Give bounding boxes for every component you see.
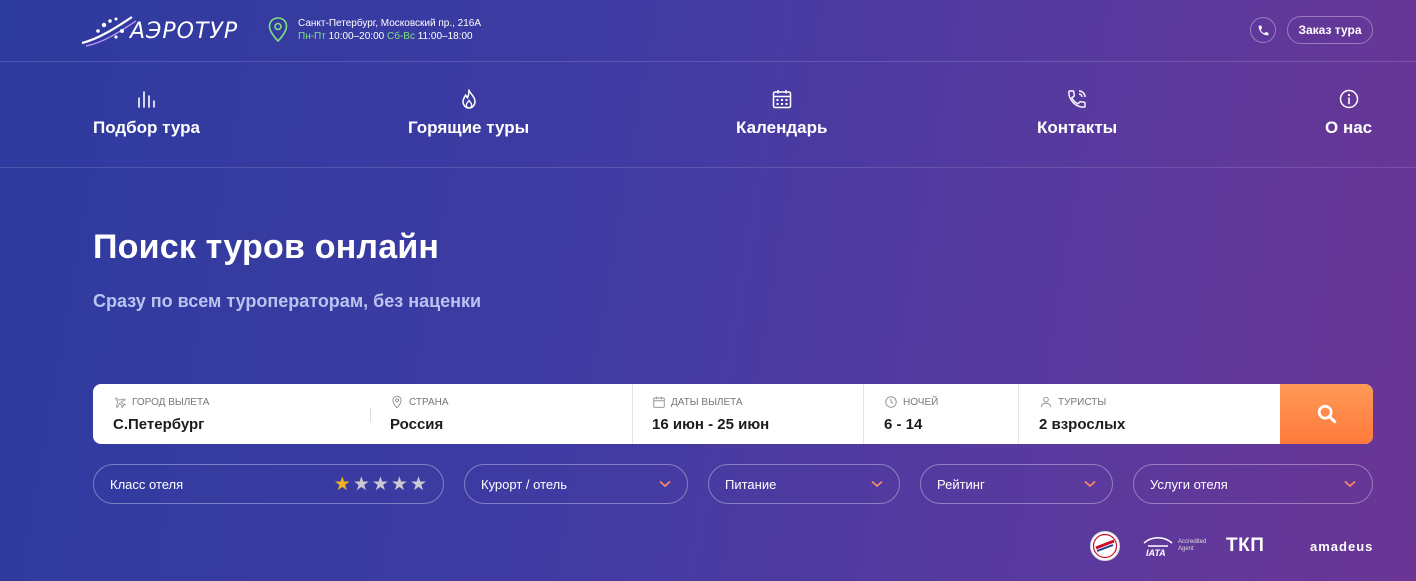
star-icon[interactable]: ★	[353, 475, 370, 494]
iata-note: Accredited Agent	[1178, 539, 1207, 552]
weekend-hours: 11:00–18:00	[417, 31, 473, 42]
star-icon[interactable]: ★	[334, 475, 351, 494]
hotel-services-label: Услуги отеля	[1150, 476, 1228, 492]
nav-label: Календарь	[736, 118, 828, 137]
tkp-badge: ТКП	[1226, 530, 1264, 562]
order-tour-button[interactable]: Заказ тура	[1287, 16, 1373, 44]
amadeus-logo-text: amadeus	[1310, 538, 1374, 554]
nights-field[interactable]: Ночей 6 - 14	[864, 384, 1019, 444]
meals-label: Питание	[725, 476, 777, 492]
user-icon	[1040, 396, 1052, 408]
iata-logo-text: IATA	[1146, 548, 1166, 558]
chevron-down-icon	[1344, 480, 1356, 488]
call-button[interactable]	[1250, 17, 1276, 43]
site-header: АЭРОТУР Санкт-Петербург, Московский пр.,…	[0, 0, 1416, 62]
address-text: Санкт-Петербург, Московский пр., 216А	[298, 18, 482, 29]
resort-hotel-label: Курорт / отель	[481, 476, 568, 492]
tour-search-form: Город вылета С.Петербург Страна Россия Д…	[93, 384, 1373, 444]
working-hours: Пн-Пт 10:00–20:00 Сб-Вс 11:00–18:00	[298, 30, 481, 43]
association-seal-icon	[1090, 531, 1120, 561]
chart-bars-icon	[138, 91, 155, 108]
search-button[interactable]	[1280, 384, 1373, 444]
nav-item-contacts[interactable]: Контакты	[1037, 88, 1117, 138]
phone-call-icon	[1068, 90, 1086, 108]
nav-item-tour-search[interactable]: Подбор тура	[93, 88, 200, 138]
clock-icon	[885, 396, 897, 408]
tour-association-badge	[1088, 530, 1122, 562]
phone-icon	[1258, 25, 1268, 35]
calendar-icon	[653, 396, 665, 408]
info-icon	[1339, 89, 1358, 109]
chevron-down-icon	[1084, 480, 1096, 488]
rating-filter[interactable]: Рейтинг	[920, 464, 1113, 504]
tourists-field[interactable]: Туристы 2 взрослых	[1019, 384, 1280, 444]
rating-label: Рейтинг	[937, 476, 985, 492]
nav-label: Подбор тура	[93, 118, 200, 137]
nights-label: Ночей	[903, 396, 939, 408]
departure-value: С.Петербург	[113, 416, 205, 433]
nav-item-calendar[interactable]: Календарь	[736, 88, 827, 138]
weekdays-hours: 10:00–20:00	[328, 31, 385, 42]
star-icon[interactable]: ★	[372, 475, 389, 494]
map-pin-icon	[268, 17, 288, 43]
main-nav: Подбор тура Горящие туры Календарь Конта…	[0, 62, 1416, 168]
tourists-value: 2 взрослых	[1039, 416, 1126, 433]
amadeus-badge: amadeus	[1310, 530, 1373, 562]
country-field[interactable]: Страна Россия	[371, 384, 631, 444]
location-pin-icon	[392, 395, 402, 409]
country-label: Страна	[409, 396, 449, 408]
hotel-services-filter[interactable]: Услуги отеля	[1133, 464, 1373, 504]
tkp-logo-text: ТКП	[1226, 535, 1265, 556]
iata-globe-icon: IATA	[1143, 536, 1173, 558]
chevron-down-icon	[871, 480, 883, 488]
logo-text: АЭРОТУР	[130, 19, 239, 44]
fire-icon	[461, 89, 476, 109]
search-icon	[1317, 404, 1336, 424]
resort-hotel-filter[interactable]: Курорт / отель	[464, 464, 688, 504]
partner-badges: IATA Accredited Agent ТКП amadeus	[1088, 530, 1373, 562]
nav-label: Контакты	[1037, 118, 1118, 137]
departure-dates-field[interactable]: Даты вылета 16 июн - 25 июн	[633, 384, 863, 444]
weekend-label: Сб-Вс	[387, 31, 415, 42]
weekdays-label: Пн-Пт	[298, 31, 326, 42]
nights-value: 6 - 14	[884, 416, 923, 433]
page-subtitle: Сразу по всем туроператорам, без наценки	[93, 291, 482, 311]
chevron-down-icon	[659, 480, 671, 488]
page-title: Поиск туров онлайн	[93, 228, 440, 266]
hotel-class-filter[interactable]: Класс отеля ★ ★ ★ ★ ★	[93, 464, 444, 504]
nav-label: О нас	[1325, 118, 1373, 137]
hotel-class-label: Класс отеля	[110, 476, 184, 492]
meals-filter[interactable]: Питание	[708, 464, 900, 504]
nav-item-about[interactable]: О нас	[1325, 88, 1372, 138]
star-icon[interactable]: ★	[410, 475, 427, 494]
office-address: Санкт-Петербург, Московский пр., 216А Пн…	[268, 17, 481, 45]
dates-label: Даты вылета	[671, 396, 743, 408]
departure-label: Город вылета	[132, 396, 210, 408]
calendar-icon	[772, 90, 791, 109]
hotel-class-stars[interactable]: ★ ★ ★ ★ ★	[334, 475, 427, 494]
plane-icon	[115, 397, 126, 409]
tourists-label: Туристы	[1058, 396, 1107, 408]
iata-badge: IATA Accredited Agent	[1142, 530, 1208, 562]
star-icon[interactable]: ★	[391, 475, 408, 494]
nav-label: Горящие туры	[408, 118, 530, 137]
dates-value: 16 июн - 25 июн	[652, 416, 770, 433]
nav-item-hot-tours[interactable]: Горящие туры	[408, 88, 529, 138]
departure-city-field[interactable]: Город вылета С.Петербург	[93, 384, 363, 444]
logo[interactable]: АЭРОТУР	[80, 12, 242, 50]
country-value: Россия	[390, 416, 444, 433]
